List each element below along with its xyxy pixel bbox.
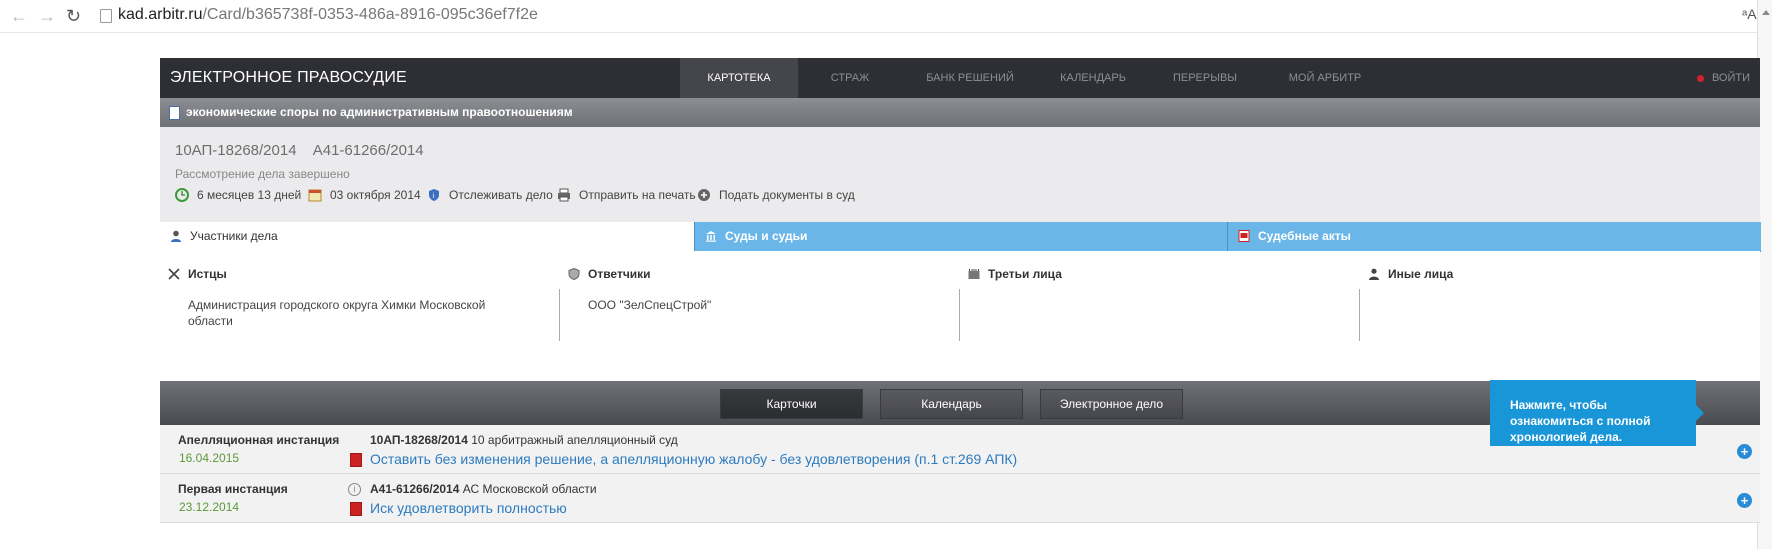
login-label: ВОЙТИ [1711,72,1750,84]
category-title: экономические споры по административным … [186,105,573,119]
instance-court: АС Московской области [462,482,597,496]
nav-item-bank[interactable]: БАНК РЕШЕНИЙ [910,58,1030,98]
expand-plus-icon[interactable]: + [1737,493,1752,508]
tab-courts-label: Суды и судьи [725,229,808,243]
case-date-text: 03 октября 2014 [330,188,421,202]
instance-result-link[interactable]: Оставить без изменения решение, а апелля… [370,451,1017,467]
instance-court: 10 арбитражный апелляционный суд [471,433,678,447]
document-icon [169,106,180,120]
site-brand[interactable]: ЭЛЕКТРОННОЕ ПРАВОСУДИЕ [170,69,407,87]
shield-icon: i [429,189,439,201]
case-numbers: 10АП-18268/2014 А41-61266/2014 [175,142,436,159]
case-date: 03 октября 2014 [308,188,421,202]
other-parties-title-text: Иные лица [1388,267,1454,281]
defendants-title: Ответчики [568,267,651,281]
top-navigation: ЭЛЕКТРОННОЕ ПРАВОСУДИЕ КАРТОТЕКА СТРАЖ Б… [160,58,1760,98]
url-host: kad.arbitr.ru [118,6,203,23]
instance-case-number[interactable]: А41-61266/2014 [370,482,459,496]
reload-icon[interactable]: ↻ [66,6,81,27]
chronology-tooltip: Нажмите, чтобы ознакомиться с полной хро… [1490,380,1704,446]
translate-icon[interactable]: ᵃA [1742,6,1757,22]
print-link[interactable]: Отправить на печать [557,188,696,202]
nav-item-kartoteka[interactable]: КАРТОТЕКА [680,58,798,98]
duration-text: 6 месяцев 13 дней [197,188,302,202]
case-tabs: Участники дела Суды и судьи Судебные акт… [160,222,1761,252]
browser-toolbar: ← → ↻ kad.arbitr.ru/Card/b365738f-0353-4… [0,0,1772,33]
case-number-first: А41-61266/2014 [312,142,424,159]
instance-row-first: Первая инстанция 23.12.2014 i А41-61266/… [160,474,1760,523]
submit-docs-label: Подать документы в суд [719,188,855,202]
address-bar[interactable]: kad.arbitr.ru/Card/b365738f-0353-486a-89… [118,6,538,24]
case-header: 10АП-18268/2014 А41-61266/2014 Рассмотре… [160,127,1760,222]
calendar-icon [308,189,322,202]
instance-result-link[interactable]: Иск удовлетворить полностью [370,500,567,516]
tab-acts-label: Судебные акты [1258,229,1351,243]
switch-cards[interactable]: Карточки [720,389,863,419]
third-parties-title: Третьи лица [968,267,1062,281]
switch-calendar[interactable]: Календарь [880,389,1023,419]
track-case-label: Отслеживать дело [449,188,553,202]
third-parties-title-text: Третьи лица [988,267,1062,281]
nav-item-my-arbitr[interactable]: МОЙ АРБИТР [1265,58,1385,98]
parties-section: Истцы Администрация городского округа Хи… [160,251,1760,381]
instance-case: 10АП-18268/2014 10 арбитражный апелляцио… [370,433,678,447]
tab-participants-label: Участники дела [190,229,278,243]
instance-name: Апелляционная инстанция [178,433,340,447]
other-parties-title: Иные лица [1368,267,1453,281]
user-icon [171,230,181,242]
tab-courts[interactable]: Суды и судьи [694,222,1228,252]
login-dot-icon [1696,74,1704,82]
submit-docs-link[interactable]: Подать документы в суд [697,188,855,202]
printer-icon [558,188,570,202]
shield-icon [568,268,580,280]
nav-item-strazh[interactable]: СТРАЖ [810,58,890,98]
instance-case-number[interactable]: 10АП-18268/2014 [370,433,468,447]
print-label: Отправить на печать [579,188,696,202]
pdf-icon[interactable] [350,453,362,467]
pdf-icon [1238,230,1250,242]
nav-item-calendar[interactable]: КАЛЕНДАРЬ [1038,58,1148,98]
nav-item-breaks[interactable]: ПЕРЕРЫВЫ [1155,58,1255,98]
clock-back-icon [175,188,189,202]
tab-acts[interactable]: Судебные акты [1227,222,1761,252]
third-parties-column: Третьи лица [960,251,1359,381]
track-case-link[interactable]: i Отслеживать дело [427,188,553,202]
duration: 6 месяцев 13 дней [175,188,301,202]
instance-name: Первая инстанция [178,482,288,496]
instance-case: А41-61266/2014 АС Московской области [370,482,597,496]
tooltip-text: Нажмите, чтобы ознакомиться с полной хро… [1510,398,1651,444]
forward-icon[interactable]: → [38,6,56,27]
page-icon [100,9,112,23]
plaintiffs-column: Истцы Администрация городского округа Хи… [160,251,559,381]
plaintiffs-title-text: Истцы [188,267,227,281]
defendants-title-text: Ответчики [588,267,651,281]
crossed-swords-icon [168,268,180,280]
plus-circle-icon [698,189,710,201]
switch-electronic-case[interactable]: Электронное дело [1040,389,1183,419]
other-parties-column: Иные лица [1360,251,1759,381]
instance-date: 23.12.2014 [179,500,240,514]
category-bar: экономические споры по административным … [160,98,1760,127]
tab-participants[interactable]: Участники дела [160,222,694,251]
info-icon[interactable]: i [348,483,361,496]
back-icon[interactable]: ← [10,6,28,27]
plaintiff-name[interactable]: Администрация городского округа Химки Мо… [188,297,488,329]
defendants-column: Ответчики ООО "ЗелСпецСтрой" [560,251,959,381]
case-status: Рассмотрение дела завершено [175,167,350,181]
defendant-name[interactable]: ООО "ЗелСпецСтрой" [588,297,888,313]
url-path: /Card/b365738f-0353-486a-8916-095c36ef7f… [202,6,538,23]
plaintiffs-title: Истцы [168,267,227,281]
person-icon [1369,268,1379,280]
group-icon [968,269,980,279]
instance-date: 16.04.2015 [179,451,240,465]
case-number-appeal: 10АП-18268/2014 [175,142,297,159]
pdf-icon[interactable] [350,502,362,516]
login-link[interactable]: ВОЙТИ [1696,58,1750,98]
court-building-icon [706,231,716,242]
expand-plus-icon[interactable]: + [1737,444,1752,459]
